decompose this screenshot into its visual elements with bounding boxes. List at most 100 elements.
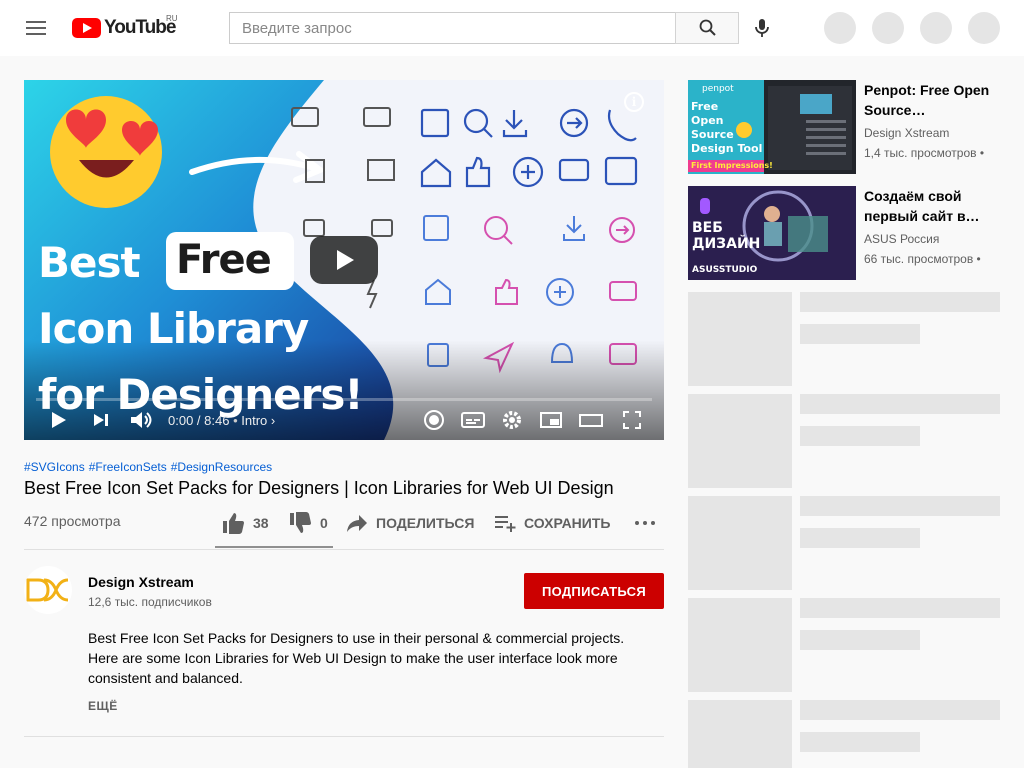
thumbs-up-icon [223,513,244,534]
skeleton-thumbnail [688,496,792,590]
skeleton-line [800,426,920,446]
skeleton-line [800,528,920,548]
hashtag-link[interactable]: #DesignResources [171,460,272,474]
dislike-count: 0 [320,515,328,531]
search-button[interactable] [675,12,739,44]
video-title: Best Free Icon Set Packs for Designers |… [24,478,614,498]
subscriber-count: 12,6 тыс. подписчиков [88,595,212,609]
penpot-thumb-text: Free Open Source Design Tool [691,100,762,156]
time-display: 0:00 / 8:46 • Intro › [168,413,276,428]
thumb-text-line: Design Tool [691,142,763,155]
hashtag-link[interactable]: #FreeIconSets [89,460,167,474]
save-label: СОХРАНИТЬ [524,515,611,531]
info-icon[interactable]: i [624,92,644,112]
hashtag-list: #SVGIcons #FreeIconSets #DesignResources [24,460,276,474]
video-description: Best Free Icon Set Packs for Designers t… [88,630,625,686]
thumbnail-title-line3: for Designers! [38,370,364,419]
skeleton-line [800,598,1000,618]
recommended-video[interactable]: penpot Free Open Source Design Tool Firs… [688,80,1000,174]
logo-text: YouTube [104,17,176,38]
skeleton-thumbnail [688,394,792,488]
thumb-text-line: ВЕБ [692,220,723,236]
recommended-title[interactable]: Создаём свой первый сайт в… [864,186,994,226]
sentiment-bar [215,546,333,548]
youtube-play-logo-icon [72,18,101,38]
penpot-thumb-strip: First Impressions! [691,161,773,170]
like-count: 38 [253,515,269,531]
more-actions-icon[interactable] [634,518,656,528]
view-count: 472 просмотра [24,513,121,529]
recommended-channel[interactable]: ASUS Россия [864,232,939,246]
show-more-button[interactable]: ЕЩЁ [88,699,118,713]
thumb-text-line: ДИЗАЙН [692,236,761,252]
skeleton-line [800,394,1000,414]
skeleton-line [800,496,1000,516]
play-icon[interactable] [48,408,70,432]
search-input[interactable] [230,13,675,43]
menu-icon[interactable] [16,16,56,40]
avatar[interactable] [968,12,1000,44]
recommended-video[interactable]: ВЕБ ДИЗАЙН ASUSSTUDIO Создаём свой первы… [688,186,1000,280]
divider [24,736,664,737]
recommended-thumbnail[interactable]: penpot Free Open Source Design Tool Firs… [688,80,856,174]
skeleton-line [800,700,1000,720]
next-icon[interactable] [90,408,112,432]
top-bar: YouTube RU [0,0,1024,56]
thumbs-down-icon [290,512,311,533]
mic-icon[interactable] [750,16,774,40]
dislike-button[interactable]: 0 [288,512,328,534]
recommended-views: 66 тыс. просмотров • [864,252,981,266]
recommended-channel[interactable]: Design Xstream [864,126,949,140]
search-box [229,12,675,44]
skeleton-thumbnail [688,598,792,692]
thumbnail-title-free: Free [176,237,272,283]
chevron-right-icon: › [270,413,276,428]
thumbnail-title-line1: Best [38,238,141,287]
recommended-thumbnail[interactable]: ВЕБ ДИЗАЙН ASUSSTUDIO [688,186,856,280]
share-label: ПОДЕЛИТЬСЯ [376,515,475,531]
skeleton-line [800,630,920,650]
skeleton-line [800,292,1000,312]
add-to-playlist-icon [495,516,516,532]
theater-mode-icon[interactable] [578,408,604,432]
save-button[interactable]: СОХРАНИТЬ [494,512,610,534]
channel-name[interactable]: Design Xstream [88,574,194,590]
big-play-button[interactable] [310,236,378,284]
channel-avatar[interactable] [24,566,72,614]
subtitles-icon[interactable] [460,408,486,432]
like-button[interactable]: 38 [221,512,269,534]
youtube-logo[interactable]: YouTube [72,17,176,39]
thumb-text-line: Open [691,114,724,127]
skeleton-thumbnail [688,700,792,768]
header-icon-placeholder[interactable] [872,12,904,44]
chapter-label[interactable]: Intro [241,413,267,428]
share-arrow-icon [347,515,367,532]
country-code: RU [166,14,178,23]
share-button[interactable]: ПОДЕЛИТЬСЯ [346,512,474,534]
thumb-text-line: Source [691,128,734,141]
time-value: 0:00 / 8:46 [168,413,230,428]
divider [24,549,664,550]
recommended-title[interactable]: Penpot: Free Open Source… [864,80,994,120]
skeleton-line [800,732,920,752]
skeleton-line [800,324,920,344]
asus-thumb-text: ВЕБ ДИЗАЙН [692,220,760,252]
skeleton-thumbnail [688,292,792,386]
hashtag-link[interactable]: #SVGIcons [24,460,85,474]
video-player[interactable]: Best Free Icon Library for Designers! i … [24,80,664,440]
fullscreen-icon[interactable] [620,408,644,432]
search-icon [699,19,716,36]
miniplayer-icon[interactable] [538,408,564,432]
volume-icon[interactable] [128,408,154,432]
asus-brand: ASUSSTUDIO [692,265,758,275]
settings-gear-icon[interactable] [500,408,524,432]
header-icon-placeholder[interactable] [920,12,952,44]
progress-bar[interactable] [36,398,652,401]
penpot-brand: penpot [702,84,734,94]
thumbnail-title-line2: Icon Library [38,304,309,353]
subscribe-button[interactable]: ПОДПИСАТЬСЯ [524,573,664,609]
thumb-text-line: Free [691,100,719,113]
recommended-views: 1,4 тыс. просмотров • [864,146,985,160]
autoplay-toggle-icon[interactable] [424,408,448,432]
header-icon-placeholder[interactable] [824,12,856,44]
